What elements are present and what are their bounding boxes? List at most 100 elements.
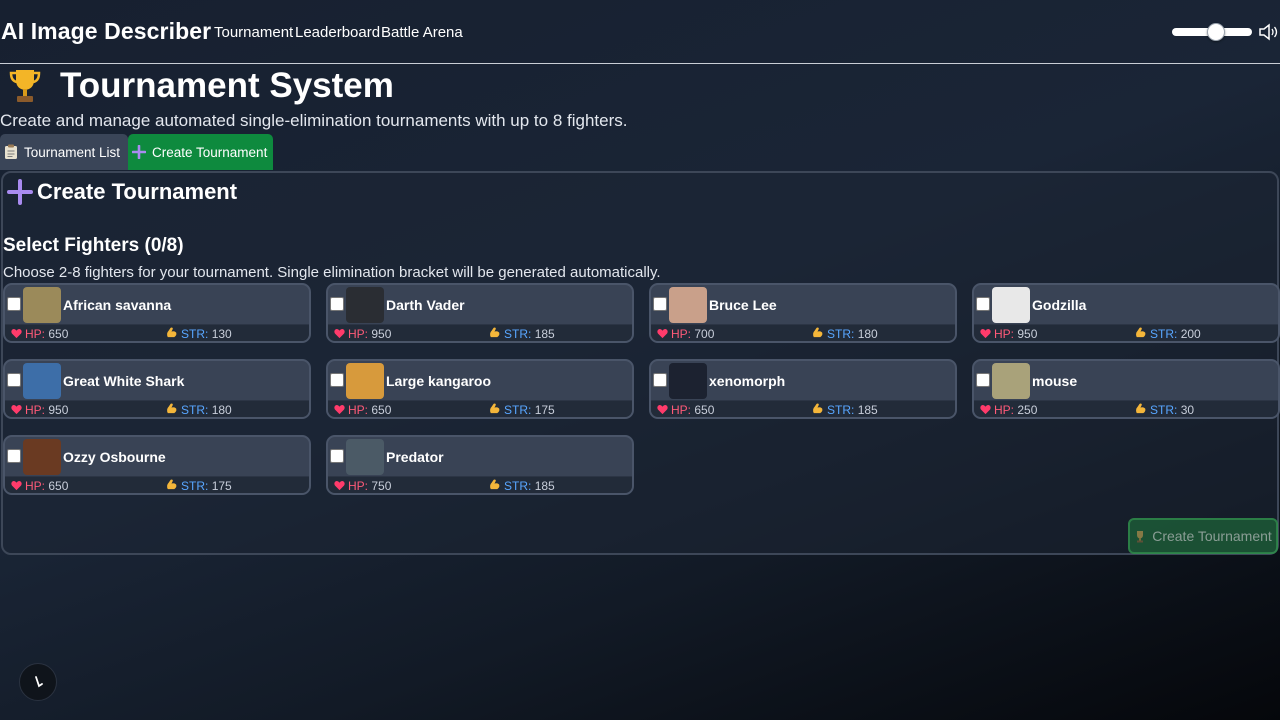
fighter-checkbox[interactable] bbox=[330, 449, 344, 463]
fighter-stats: HP: 650 STR: 175 bbox=[328, 400, 632, 417]
fighter-name: Predator bbox=[386, 449, 444, 465]
hp-label: HP: bbox=[994, 327, 1015, 341]
hp-value: 950 bbox=[371, 327, 392, 341]
tab-create-tournament[interactable]: Create Tournament bbox=[128, 134, 273, 170]
flexed-arm-icon bbox=[813, 327, 823, 338]
fighter-stats: HP: 650 STR: 175 bbox=[5, 476, 309, 493]
heart-icon bbox=[334, 329, 345, 339]
tab-tournament-list-label: Tournament List bbox=[24, 144, 121, 160]
hp-label: HP: bbox=[348, 327, 369, 341]
top-navbar: AI Image Describer Tournament Leaderboar… bbox=[0, 0, 1280, 64]
page-heading: Tournament System bbox=[60, 66, 394, 105]
fighter-checkbox[interactable] bbox=[976, 373, 990, 387]
app-title[interactable]: AI Image Describer bbox=[1, 18, 211, 45]
str-stat: STR: 185 bbox=[827, 403, 878, 417]
hp-value: 250 bbox=[1017, 403, 1038, 417]
heart-icon bbox=[657, 329, 668, 339]
volume-slider[interactable] bbox=[1172, 23, 1252, 41]
fighter-stats: HP: 950 STR: 185 bbox=[328, 324, 632, 341]
str-value: 200 bbox=[1180, 327, 1201, 341]
select-fighters-description: Choose 2-8 fighters for your tournament.… bbox=[3, 264, 661, 281]
fighter-card[interactable]: Large kangaroo HP: 650 STR: 175 bbox=[326, 359, 634, 419]
fighter-card[interactable]: mouse HP: 250 STR: 30 bbox=[972, 359, 1280, 419]
fighter-checkbox[interactable] bbox=[7, 449, 21, 463]
hp-label: HP: bbox=[671, 403, 692, 417]
tab-create-tournament-label: Create Tournament bbox=[152, 144, 268, 160]
speaker-icon[interactable] bbox=[1258, 20, 1280, 44]
str-stat: STR: 175 bbox=[504, 403, 555, 417]
trophy-icon bbox=[1137, 530, 1144, 542]
fighter-checkbox[interactable] bbox=[7, 373, 21, 387]
fighter-stats: HP: 650 STR: 130 bbox=[5, 324, 309, 341]
hp-label: HP: bbox=[348, 479, 369, 493]
str-stat: STR: 180 bbox=[181, 403, 232, 417]
flexed-arm-icon bbox=[1136, 327, 1146, 338]
fighter-card[interactable]: Godzilla HP: 950 STR: 200 bbox=[972, 283, 1280, 343]
volume-slider-thumb[interactable] bbox=[1207, 23, 1225, 41]
nav-link-tournament[interactable]: Tournament bbox=[214, 24, 293, 41]
nav-link-battle-arena[interactable]: Battle Arena bbox=[381, 24, 463, 41]
str-label: STR: bbox=[1150, 403, 1178, 417]
str-label: STR: bbox=[181, 327, 209, 341]
heart-icon bbox=[11, 405, 22, 415]
str-value: 175 bbox=[211, 479, 232, 493]
hp-value: 950 bbox=[48, 403, 69, 417]
hp-value: 950 bbox=[1017, 327, 1038, 341]
fighter-avatar bbox=[23, 287, 61, 323]
hp-stat: HP: 950 bbox=[25, 403, 68, 417]
tab-tournament-list[interactable]: Tournament List bbox=[0, 134, 128, 170]
fighter-avatar bbox=[23, 363, 61, 399]
fighter-card[interactable]: Darth Vader HP: 950 STR: 185 bbox=[326, 283, 634, 343]
fighter-name: African savanna bbox=[63, 297, 172, 313]
str-label: STR: bbox=[504, 403, 532, 417]
panel-heading: Create Tournament bbox=[7, 179, 237, 205]
str-stat: STR: 185 bbox=[504, 479, 555, 493]
fighter-checkbox[interactable] bbox=[653, 297, 667, 311]
nav-link-leaderboard[interactable]: Leaderboard bbox=[295, 24, 380, 41]
hp-stat: HP: 650 bbox=[671, 403, 714, 417]
fighter-stats: HP: 950 STR: 200 bbox=[974, 324, 1278, 341]
hp-stat: HP: 950 bbox=[348, 327, 391, 341]
fighter-name: xenomorph bbox=[709, 373, 786, 389]
fighter-card[interactable]: Predator HP: 750 STR: 185 bbox=[326, 435, 634, 495]
fighter-avatar bbox=[346, 363, 384, 399]
flexed-arm-icon bbox=[167, 479, 177, 490]
str-stat: STR: 175 bbox=[181, 479, 232, 493]
trophy-icon bbox=[9, 70, 41, 102]
fighter-checkbox[interactable] bbox=[653, 373, 667, 387]
fighter-name: Great White Shark bbox=[63, 373, 185, 389]
create-tournament-button[interactable]: Create Tournament bbox=[1128, 518, 1278, 554]
str-label: STR: bbox=[827, 403, 855, 417]
heart-icon bbox=[334, 405, 345, 415]
flexed-arm-icon bbox=[167, 403, 177, 414]
fighter-checkbox[interactable] bbox=[330, 373, 344, 387]
fighter-card[interactable]: Great White Shark HP: 950 STR: 180 bbox=[3, 359, 311, 419]
fighter-stats: HP: 250 STR: 30 bbox=[974, 400, 1278, 417]
plus-icon bbox=[132, 145, 146, 159]
hp-label: HP: bbox=[994, 403, 1015, 417]
heart-icon bbox=[334, 481, 345, 491]
fighter-card[interactable]: Bruce Lee HP: 700 STR: 180 bbox=[649, 283, 957, 343]
fighter-checkbox[interactable] bbox=[976, 297, 990, 311]
fighter-avatar bbox=[23, 439, 61, 475]
fighter-card[interactable]: xenomorph HP: 650 STR: 185 bbox=[649, 359, 957, 419]
str-stat: STR: 185 bbox=[504, 327, 555, 341]
hp-stat: HP: 950 bbox=[994, 327, 1037, 341]
fighter-stats: HP: 750 STR: 185 bbox=[328, 476, 632, 493]
heart-icon bbox=[980, 405, 991, 415]
str-stat: STR: 180 bbox=[827, 327, 878, 341]
flexed-arm-icon bbox=[490, 479, 500, 490]
fighter-card[interactable]: Ozzy Osbourne HP: 650 STR: 175 bbox=[3, 435, 311, 495]
fighter-checkbox[interactable] bbox=[330, 297, 344, 311]
str-label: STR: bbox=[827, 327, 855, 341]
str-value: 30 bbox=[1180, 403, 1195, 417]
plus-icon bbox=[7, 179, 33, 205]
clipboard-icon bbox=[5, 144, 17, 159]
fighter-stats: HP: 700 STR: 180 bbox=[651, 324, 955, 341]
fighter-avatar bbox=[992, 287, 1030, 323]
flexed-arm-icon bbox=[490, 403, 500, 414]
fighter-card[interactable]: African savanna HP: 650 STR: 130 bbox=[3, 283, 311, 343]
str-value: 185 bbox=[534, 327, 555, 341]
fighter-checkbox[interactable] bbox=[7, 297, 21, 311]
fighter-name: mouse bbox=[1032, 373, 1078, 389]
